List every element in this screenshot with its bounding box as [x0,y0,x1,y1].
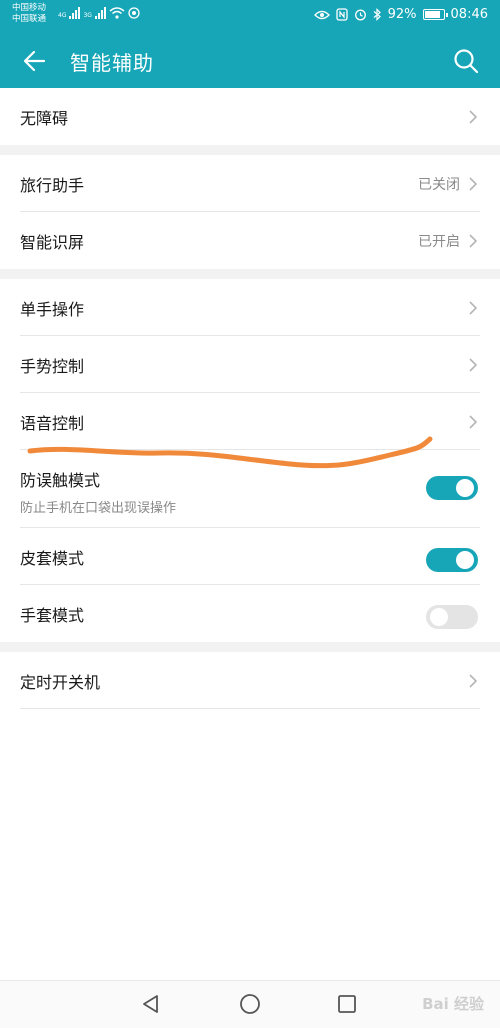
status-bar: 中国移动 中国联通 4G 3G 92% 08:46 [0,0,500,34]
setting-label: 定时开关机 [20,673,101,692]
setting-label: 手势控制 [20,357,85,376]
battery-icon [422,9,448,20]
divider [20,708,480,709]
chevron-right-icon [469,674,478,688]
net-type-1: 4G [58,12,67,19]
setting-gesture-control[interactable]: 手势控制 [0,336,500,393]
signal-2-icon [94,7,106,19]
toggle-knob [456,479,474,497]
chevron-right-icon [469,110,478,124]
setting-scheduled-power[interactable]: 定时开关机 [0,652,500,709]
battery-percent: 92% [387,7,417,22]
setting-label: 旅行助手 [20,176,85,195]
toggle-knob [456,551,474,569]
nav-back-icon[interactable] [140,993,162,1015]
setting-label: 智能识屏 [20,233,85,252]
net-type-2: 3G [83,12,92,19]
clock: 08:46 [450,7,488,22]
bluetooth-icon [373,8,381,21]
back-arrow-icon[interactable] [18,44,52,78]
app-bar: 智能辅助 [0,34,500,88]
glove-mode-toggle[interactable] [426,605,478,629]
chevron-right-icon [469,301,478,315]
setting-label: 皮套模式 [20,549,85,568]
section-gap [0,145,500,155]
navigation-bar: Bai 经验 [0,980,500,1028]
setting-glove-mode[interactable]: 手套模式 [0,585,500,642]
page-title: 智能辅助 [70,51,154,75]
carrier-1: 中国移动 [12,3,47,13]
watermark: Bai 经验 [422,995,484,1013]
chevron-right-icon [469,234,478,248]
accidental-touch-toggle[interactable] [426,476,478,500]
section-gap [0,269,500,279]
setting-value: 已开启 [418,234,460,250]
setting-label: 语音控制 [20,414,85,433]
setting-cover-mode[interactable]: 皮套模式 [0,528,500,585]
setting-one-hand-mode[interactable]: 单手操作 [0,279,500,336]
nfc-icon [335,8,348,21]
setting-label: 防误触模式 [20,471,101,490]
carrier-2: 中国联通 [12,14,47,24]
eye-icon [313,10,330,19]
nav-home-icon[interactable] [238,992,262,1016]
setting-accidental-touch-mode[interactable]: 防误触模式 防止手机在口袋出现误操作 [0,450,500,528]
cover-mode-toggle[interactable] [426,548,478,572]
setting-voice-control[interactable]: 语音控制 [0,393,500,450]
chevron-right-icon [469,177,478,191]
signal-icons: 4G 3G [58,7,140,19]
search-icon[interactable] [450,45,482,77]
hotspot-icon [128,7,140,19]
alarm-icon [354,9,366,21]
setting-smart-screen-recognition[interactable]: 智能识屏 已开启 [0,212,500,269]
signal-1-icon [69,7,81,19]
setting-value: 已关闭 [418,177,460,193]
section-gap [0,642,500,652]
setting-accessibility[interactable]: 无障碍 [0,88,500,145]
setting-label: 手套模式 [20,606,85,625]
setting-travel-assistant[interactable]: 旅行助手 已关闭 [0,155,500,212]
toggle-knob [430,608,448,626]
setting-label: 单手操作 [20,300,85,319]
setting-label: 无障碍 [20,109,69,128]
chevron-right-icon [469,358,478,372]
settings-list: 无障碍 旅行助手 已关闭 智能识屏 已开启 单手操作 手势控制 语音控制 防误触… [0,88,500,709]
wifi-icon [109,7,125,19]
chevron-right-icon [469,415,478,429]
nav-recents-icon[interactable] [336,993,358,1015]
setting-sublabel: 防止手机在口袋出现误操作 [20,501,177,516]
carrier-info: 中国移动 中国联通 [12,3,46,25]
status-right: 92% 08:46 [313,7,488,22]
